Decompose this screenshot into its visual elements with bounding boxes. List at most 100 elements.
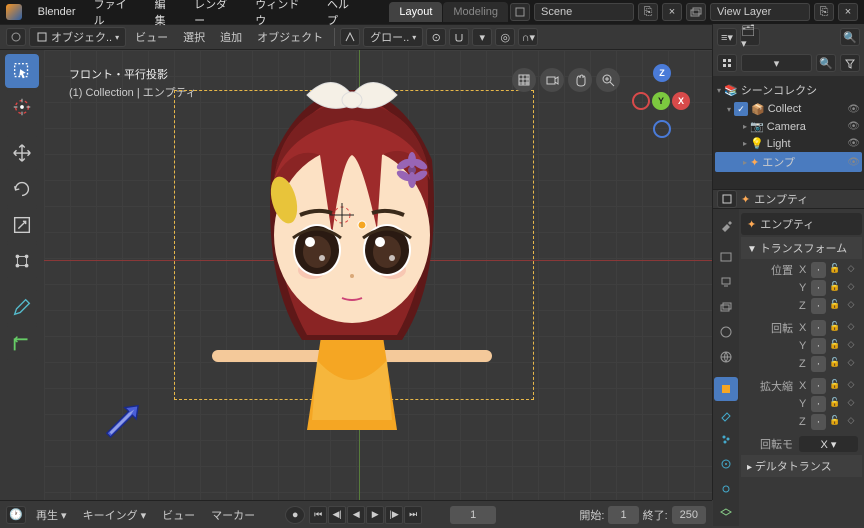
blender-logo-icon[interactable]: [6, 4, 22, 20]
rot-x-field[interactable]: ·: [811, 320, 826, 336]
tree-camera[interactable]: ▸📷Camera👁: [715, 118, 862, 135]
timeline-view-menu[interactable]: ビュー: [156, 504, 201, 526]
scale-y-field[interactable]: ·: [811, 396, 826, 412]
loc-z-field[interactable]: ·: [811, 298, 826, 314]
tree-light[interactable]: ▸💡Light👁: [715, 135, 862, 152]
proportional-type-icon[interactable]: ∩▾: [518, 28, 538, 46]
menu-object[interactable]: オブジェクト: [251, 26, 329, 48]
gizmo-y[interactable]: Y: [652, 92, 670, 110]
play-rev-icon[interactable]: ◀: [347, 506, 365, 524]
outliner-filter-icon[interactable]: [840, 54, 860, 72]
ptab-viewlayer[interactable]: [714, 295, 738, 319]
snap-icon[interactable]: [449, 28, 469, 46]
browse-layer-icon[interactable]: [686, 3, 706, 21]
current-frame-field[interactable]: 1: [450, 506, 496, 524]
menu-view[interactable]: ビュー: [129, 26, 174, 48]
character-model[interactable]: [202, 60, 502, 430]
display-mode-icon[interactable]: 🗂▾: [740, 28, 760, 46]
gizmo-x[interactable]: X: [672, 92, 690, 110]
jump-end-icon[interactable]: ⏭: [404, 506, 422, 524]
loc-x-field[interactable]: ·: [811, 262, 826, 278]
ptab-data[interactable]: [714, 502, 738, 526]
mode-dropdown[interactable]: オブジェク..▾: [29, 27, 126, 47]
lock-icon[interactable]: 🔓: [828, 357, 842, 371]
checkbox-icon[interactable]: ✓: [734, 102, 748, 116]
lock-icon[interactable]: 🔓: [828, 379, 842, 393]
layer-name-field[interactable]: View Layer: [710, 3, 810, 21]
tool-cursor[interactable]: [5, 90, 39, 124]
orientation-dropdown[interactable]: グロー..▾: [363, 27, 423, 47]
new-layer-icon[interactable]: ⎘: [814, 3, 834, 21]
start-frame-field[interactable]: 1: [608, 506, 638, 524]
anim-icon[interactable]: ◇: [844, 397, 858, 411]
outliner-type-icon[interactable]: [717, 54, 737, 72]
timeline-type-icon[interactable]: 🕐: [6, 506, 26, 524]
ptab-particles[interactable]: [714, 427, 738, 451]
anim-icon[interactable]: ◇: [844, 339, 858, 353]
tab-layout[interactable]: Layout: [389, 2, 442, 22]
anim-icon[interactable]: ◇: [844, 415, 858, 429]
pivot-icon[interactable]: ⊙: [426, 28, 446, 46]
ptab-render[interactable]: [714, 245, 738, 269]
nav-gizmo[interactable]: Z Y X: [632, 64, 692, 144]
section-delta[interactable]: ▸ デルタトランス: [741, 455, 862, 477]
search-icon[interactable]: 🔍: [840, 28, 860, 46]
ptab-tool[interactable]: [714, 213, 738, 237]
anim-icon[interactable]: ◇: [844, 379, 858, 393]
timeline-play-menu[interactable]: 再生 ▾: [30, 504, 73, 526]
outliner-mode-icon[interactable]: ▾: [741, 54, 812, 72]
tab-modeling[interactable]: Modeling: [443, 2, 508, 22]
new-scene-icon[interactable]: ⎘: [638, 3, 658, 21]
anim-icon[interactable]: ◇: [844, 357, 858, 371]
autokey-icon[interactable]: ●: [285, 506, 305, 524]
menu-app[interactable]: Blender: [30, 3, 84, 21]
ptab-output[interactable]: [714, 270, 738, 294]
timeline-marker-menu[interactable]: マーカー: [205, 504, 261, 526]
tool-move[interactable]: [5, 136, 39, 170]
anim-icon[interactable]: ◇: [844, 263, 858, 277]
tool-annotate[interactable]: [5, 290, 39, 324]
tool-scale[interactable]: [5, 208, 39, 242]
delete-layer-icon[interactable]: ×: [838, 3, 858, 21]
play-icon[interactable]: ▶: [366, 506, 384, 524]
props-type-icon[interactable]: [717, 190, 737, 208]
lock-icon[interactable]: 🔓: [828, 339, 842, 353]
anim-icon[interactable]: ◇: [844, 321, 858, 335]
ptab-object[interactable]: [714, 377, 738, 401]
loc-y-field[interactable]: ·: [811, 280, 826, 296]
rotmode-dropdown[interactable]: X ▾: [799, 436, 858, 452]
menu-select[interactable]: 選択: [177, 26, 211, 48]
rot-y-field[interactable]: ·: [811, 338, 826, 354]
tree-scene-collection[interactable]: ▾📚シーンコレクシ: [715, 80, 862, 100]
viewport-3d[interactable]: フロント・平行投影 (1) Collection | エンプティ: [44, 50, 712, 500]
lock-icon[interactable]: 🔓: [828, 397, 842, 411]
anim-icon[interactable]: ◇: [844, 281, 858, 295]
snap-type-icon[interactable]: ▾: [472, 28, 492, 46]
lock-icon[interactable]: 🔓: [828, 415, 842, 429]
editor-type-icon[interactable]: ≡▾: [717, 28, 737, 46]
editor-type-icon[interactable]: [6, 28, 26, 46]
tool-rotate[interactable]: [5, 172, 39, 206]
ptab-constraints[interactable]: [714, 477, 738, 501]
ptab-modifiers[interactable]: [714, 402, 738, 426]
orientation-icon[interactable]: [340, 28, 360, 46]
tool-transform[interactable]: [5, 244, 39, 278]
scene-name-field[interactable]: Scene: [534, 3, 634, 21]
scale-x-field[interactable]: ·: [811, 378, 826, 394]
tree-empty[interactable]: ▸✦エンプ👁: [715, 152, 862, 172]
gizmo-x-neg[interactable]: [632, 92, 650, 110]
tree-collection[interactable]: ▾✓📦Collect👁: [715, 100, 862, 118]
object-name-field[interactable]: ✦エンプティ: [741, 213, 862, 235]
anim-icon[interactable]: ◇: [844, 299, 858, 313]
lock-icon[interactable]: 🔓: [828, 281, 842, 295]
eye-icon[interactable]: 👁: [847, 157, 860, 168]
tool-select-box[interactable]: [5, 54, 39, 88]
eye-icon[interactable]: 👁: [847, 138, 860, 149]
next-key-icon[interactable]: |▶: [385, 506, 403, 524]
jump-start-icon[interactable]: ⏮: [309, 506, 327, 524]
end-frame-field[interactable]: 250: [672, 506, 706, 524]
ptab-physics[interactable]: [714, 452, 738, 476]
gizmo-z-neg[interactable]: [653, 120, 671, 138]
delete-scene-icon[interactable]: ×: [662, 3, 682, 21]
eye-icon[interactable]: 👁: [847, 104, 860, 115]
